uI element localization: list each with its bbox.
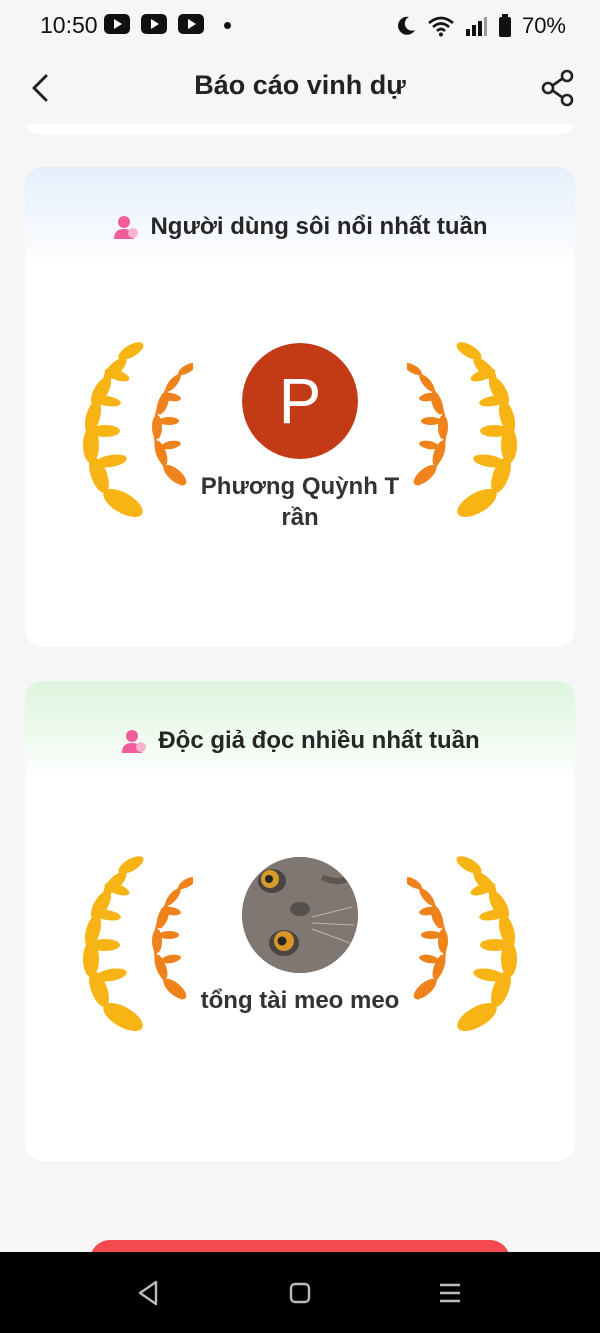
- nav-recents-button[interactable]: [433, 1276, 467, 1310]
- share-icon: [541, 69, 574, 107]
- wifi-icon: [428, 16, 454, 37]
- laurel-left-icon: [83, 342, 193, 517]
- nav-home-button[interactable]: [283, 1276, 317, 1310]
- recents-menu-icon: [440, 1283, 460, 1303]
- nav-back-button[interactable]: [132, 1276, 166, 1310]
- person-icon: [122, 730, 147, 753]
- honor-report-content[interactable]: Người dùng sôi nổi nhất tuần P Phương Qu…: [0, 124, 600, 1252]
- page-title: Báo cáo vinh dự: [194, 70, 406, 100]
- status-time: 10:50: [40, 12, 98, 38]
- user-name[interactable]: Phương Quỳnh Trần: [200, 471, 400, 533]
- back-triangle-icon: [138, 1280, 158, 1306]
- moon-icon: [398, 16, 415, 35]
- app-header: Báo cáo vinh dự: [0, 52, 600, 124]
- signal-icon: [465, 17, 487, 36]
- avatar-letter: P: [242, 343, 358, 459]
- youtube-icon: [178, 14, 204, 34]
- avatar[interactable]: P: [242, 343, 358, 459]
- status-bar: 10:50 70%: [0, 0, 600, 52]
- home-square-icon: [289, 1282, 311, 1304]
- card-title: Người dùng sôi nổi nhất tuần: [150, 213, 488, 240]
- laurel-right-icon: [407, 856, 517, 1031]
- laurel-left-icon: [83, 856, 193, 1031]
- share-button[interactable]: [538, 68, 578, 108]
- dot-icon: [224, 22, 231, 29]
- youtube-icon: [104, 14, 130, 34]
- card-title: Độc giả đọc nhiều nhất tuần: [158, 727, 480, 754]
- battery-percent: 70%: [521, 13, 566, 38]
- user-name[interactable]: tổng tài meo meo: [200, 985, 400, 1016]
- avatar-cat-photo[interactable]: [242, 857, 358, 973]
- youtube-icon: [141, 14, 167, 34]
- person-icon: [114, 216, 139, 239]
- battery-icon: [498, 14, 511, 37]
- system-nav-bar: [0, 1252, 600, 1333]
- bottom-action-button[interactable]: [90, 1240, 510, 1252]
- top-reader-card: Độc giả đọc nhiều nhất tuần tổng tài meo…: [25, 681, 575, 1161]
- most-active-user-card: Người dùng sôi nổi nhất tuần P Phương Qu…: [25, 167, 575, 647]
- status-icons: 70%: [394, 12, 566, 40]
- cat-photo: [242, 857, 358, 973]
- laurel-right-icon: [407, 342, 517, 517]
- previous-card: [25, 124, 575, 134]
